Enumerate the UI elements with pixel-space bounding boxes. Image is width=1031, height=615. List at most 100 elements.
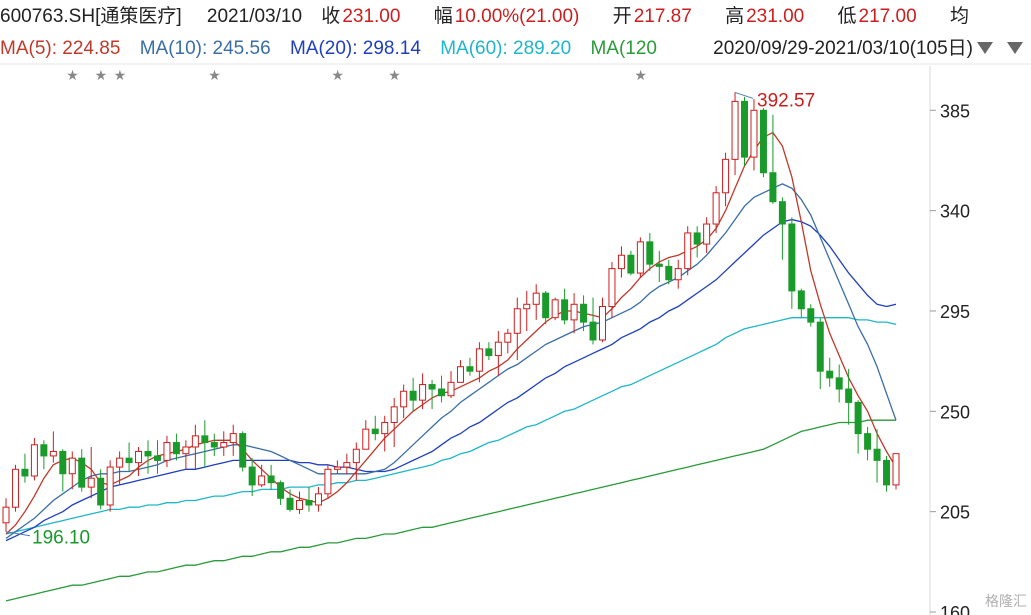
candle-body-down	[864, 433, 872, 450]
candle-body-down	[59, 450, 67, 475]
event-star-icon: ★	[114, 68, 127, 84]
candle-body-up	[135, 450, 143, 464]
low-annotation: 196.10	[32, 528, 90, 549]
candle-body-down	[627, 254, 635, 274]
candle-body-up	[892, 453, 900, 486]
candle-body-down	[172, 442, 180, 455]
event-star-icon: ★	[95, 68, 108, 84]
candle-body-down	[438, 388, 446, 397]
candle-body-down	[759, 109, 767, 174]
candle-body-up	[87, 477, 95, 488]
candle-body-down	[125, 457, 133, 464]
candle-body-up	[68, 457, 76, 475]
candle-body-up	[333, 466, 341, 470]
candle-body-up	[182, 446, 190, 455]
candle-body-down	[797, 290, 805, 310]
candle-body-down	[580, 303, 588, 323]
y-tick-label: 340	[940, 202, 970, 222]
candle-body-up	[362, 428, 370, 450]
candle-body-down	[778, 201, 786, 225]
candle-body-up	[598, 306, 606, 341]
candle-body-down	[485, 348, 493, 357]
y-tick-label: 250	[940, 402, 970, 422]
candle-body-down	[144, 450, 152, 457]
y-tick-label: 295	[940, 302, 970, 322]
candle-body-down	[883, 459, 891, 486]
candle-body-down	[788, 223, 796, 292]
event-star-icon: ★	[66, 68, 79, 84]
candle-body-up	[220, 442, 228, 448]
candle-body-down	[409, 390, 417, 401]
candlestick-chart[interactable]: 385 340 295 250 205 160 ★ ★ ★ ★ ★ ★ ★ 392.57 196.10	[0, 0, 1031, 615]
ma10-line	[5, 183, 897, 539]
candle-body-up	[617, 254, 625, 270]
candle-body-down	[277, 482, 285, 499]
candle-body-down	[854, 401, 862, 435]
candle-body-up	[703, 223, 711, 245]
candle-body-down	[466, 366, 474, 372]
event-star-icon: ★	[634, 68, 647, 84]
candle-body-up	[722, 158, 730, 194]
candle-body-down	[21, 468, 29, 477]
candle-body-down	[816, 321, 824, 372]
candle-body-up	[731, 100, 739, 160]
candle-body-down	[826, 370, 834, 379]
candle-body-up	[750, 109, 758, 158]
candle-body-down	[873, 448, 881, 461]
candle-body-down	[655, 263, 663, 267]
event-star-icon: ★	[208, 68, 221, 84]
candle-body-up	[494, 341, 502, 357]
candle-body-down	[769, 172, 777, 203]
candle-body-down	[201, 435, 209, 444]
candle-body-up	[447, 381, 455, 397]
candle-body-up	[2, 506, 10, 524]
candle-body-up	[475, 348, 483, 372]
candle-body-up	[381, 421, 389, 435]
candle-body-down	[845, 388, 853, 403]
candle-body-up	[229, 433, 237, 444]
candle-body-up	[608, 268, 616, 308]
candle-body-up	[49, 450, 57, 457]
candle-body-up	[352, 448, 360, 464]
candle-body-up	[116, 457, 124, 468]
candle-body-up	[551, 299, 559, 319]
candle-body-up	[513, 308, 521, 334]
candle-body-down	[542, 292, 550, 319]
candle-body-down	[267, 475, 275, 484]
candle-body-up	[343, 462, 351, 468]
candle-body-down	[646, 241, 654, 265]
ma60-line	[5, 317, 897, 535]
candle-body-down	[561, 299, 569, 321]
candle-body-down	[305, 500, 313, 506]
candle-body-down	[741, 100, 749, 158]
candle-body-up	[11, 468, 19, 508]
candle-body-down	[239, 433, 247, 468]
candle-body-up	[106, 466, 114, 506]
candle-body-up	[456, 366, 464, 383]
candle-body-down	[589, 321, 597, 341]
y-tick-label: 385	[940, 101, 970, 121]
candle-body-down	[665, 265, 673, 281]
candle-body-down	[428, 384, 436, 390]
candle-body-down	[835, 377, 843, 390]
candle-body-up	[296, 500, 304, 510]
candle-body-up	[504, 332, 512, 343]
candle-body-down	[286, 497, 294, 510]
candle-body-up	[163, 442, 171, 461]
candle-body-down	[807, 308, 815, 323]
candle-body-up	[684, 232, 692, 270]
candle-body-up	[523, 303, 531, 310]
high-annotation: 392.57	[757, 90, 815, 111]
candle-body-up	[400, 390, 408, 408]
candle-body-up	[419, 384, 427, 401]
candle-body-down	[693, 232, 701, 245]
candle-body-up	[191, 435, 199, 448]
candle-body-up	[258, 475, 266, 486]
candle-body-down	[210, 442, 218, 448]
candle-body-up	[30, 444, 38, 477]
ma120-line	[5, 419, 896, 602]
candle-body-up	[674, 268, 682, 281]
candle-body-up	[324, 468, 332, 495]
candle-body-up	[532, 292, 540, 305]
candle-body-down	[153, 455, 161, 461]
